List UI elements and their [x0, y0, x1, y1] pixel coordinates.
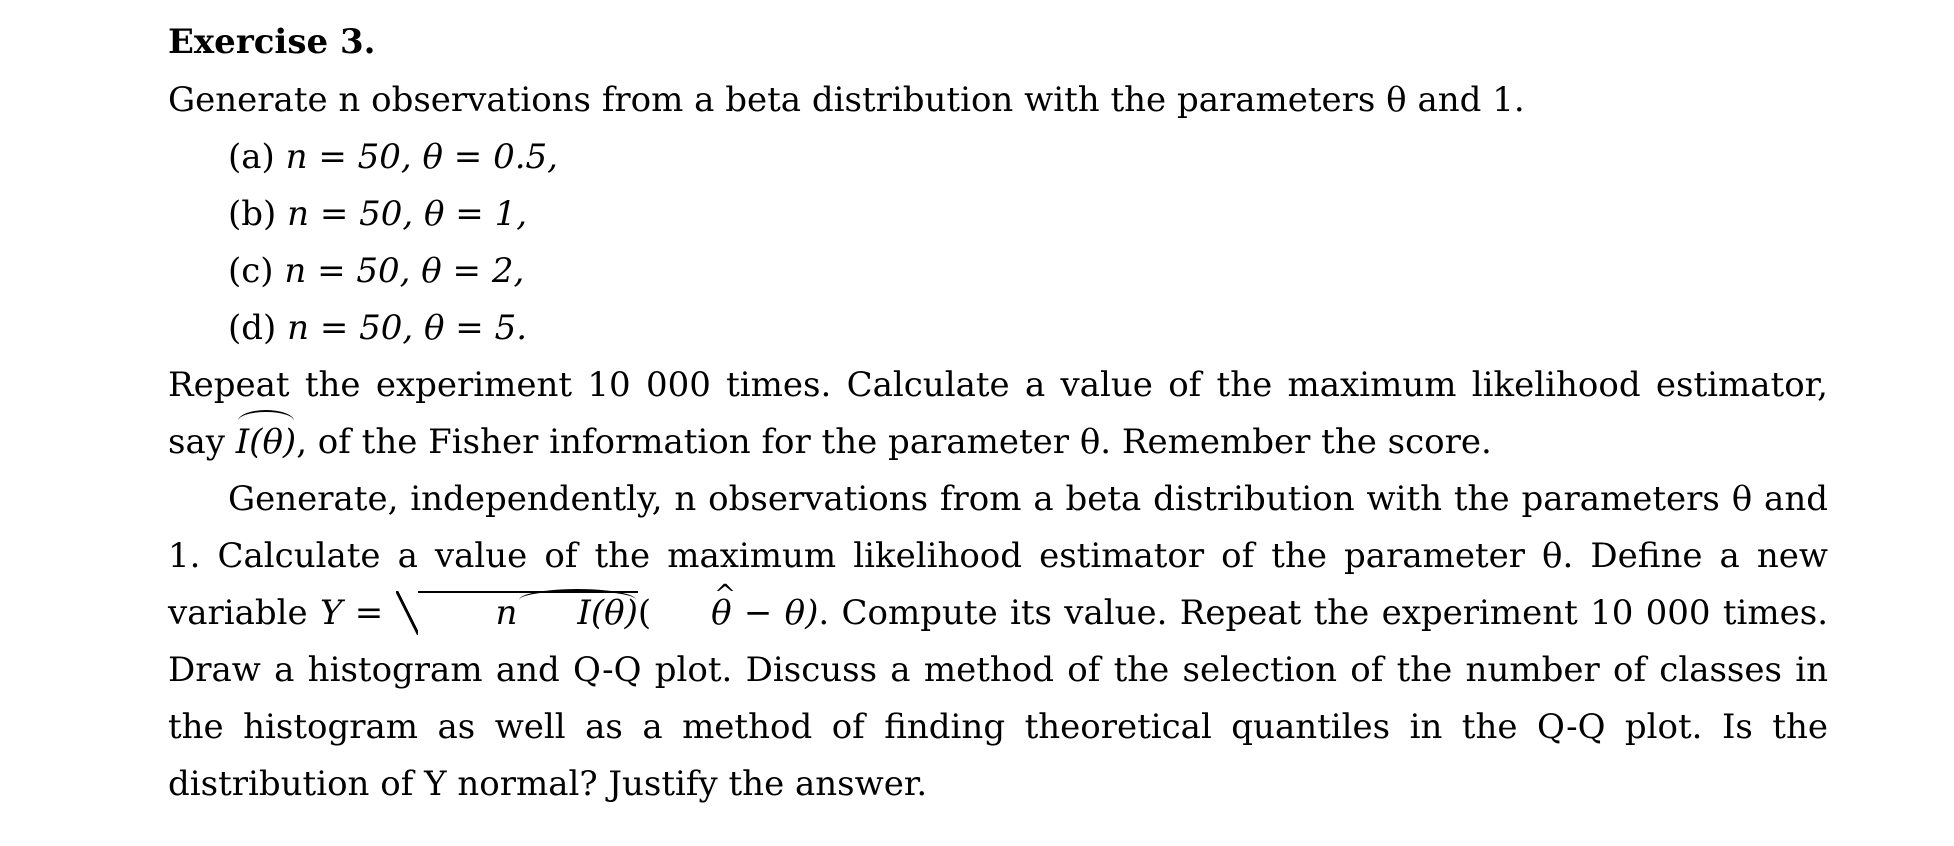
item-text: n = 50, θ = 0.5,: [285, 137, 558, 177]
variable-y: Y =: [319, 593, 384, 633]
item-label: (d): [228, 308, 277, 348]
sqrt-fisher-estimate: I(θ): [517, 589, 638, 633]
item-text: n = 50, θ = 2,: [284, 251, 525, 291]
fisher-information-estimate: I(θ): [236, 410, 296, 471]
square-root-expression: n I(θ): [395, 589, 638, 635]
paragraph1-text-end: , of the Fisher information for the para…: [296, 422, 1492, 462]
paragraph-variable-definition: Generate, independently, n observations …: [168, 471, 1828, 813]
exercise-title: Exercise 3.: [168, 22, 376, 62]
item-text: n = 50, θ = 5.: [287, 308, 528, 348]
parameter-item-b: (b) n = 50, θ = 1,: [168, 186, 1828, 243]
item-label: (a): [228, 137, 275, 177]
item-label: (c): [228, 251, 274, 291]
exercise-document: Exercise 3. Generate n observations from…: [168, 18, 1828, 813]
paragraph-fisher-information: Repeat the experiment 10 000 times. Calc…: [168, 357, 1828, 471]
parameter-list: (a) n = 50, θ = 0.5, (b) n = 50, θ = 1, …: [168, 129, 1828, 357]
item-text: n = 50, θ = 1,: [287, 194, 528, 234]
exercise-intro: Generate n observations from a beta dist…: [168, 80, 1525, 120]
item-label: (b): [228, 194, 277, 234]
parameter-item-a: (a) n = 50, θ = 0.5,: [168, 129, 1828, 186]
minus-theta: − θ): [731, 593, 819, 633]
parameter-item-c: (c) n = 50, θ = 2,: [168, 243, 1828, 300]
theta-hat-estimator: θ: [651, 567, 736, 642]
sqrt-n: n: [495, 593, 518, 633]
parameter-item-d: (d) n = 50, θ = 5.: [168, 300, 1828, 357]
paren-open: (: [637, 593, 652, 633]
